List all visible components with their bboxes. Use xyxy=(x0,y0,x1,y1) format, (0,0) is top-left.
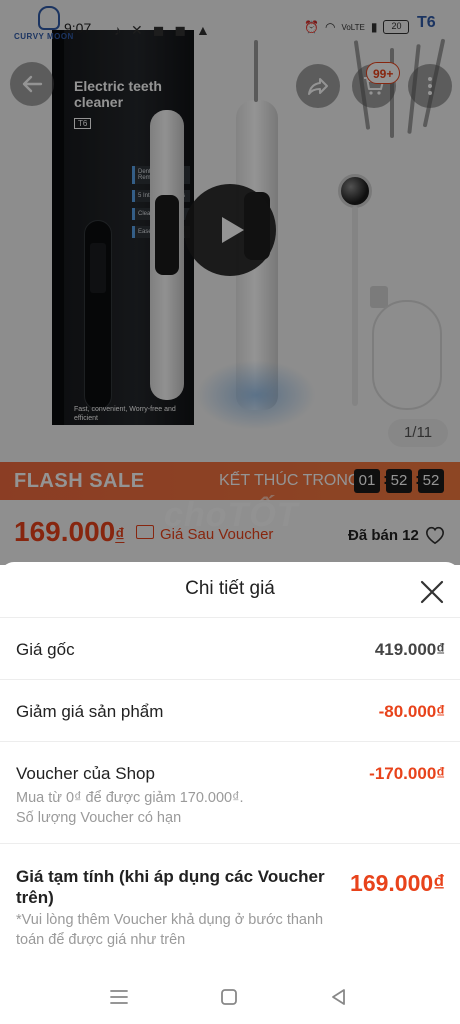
product-discount-value: -80.000₫ xyxy=(378,702,445,721)
menu-icon[interactable] xyxy=(108,986,130,1008)
original-price-value: 419.000₫ xyxy=(374,640,445,659)
shop-voucher-limit: Số lượng Voucher có hạn xyxy=(16,810,182,826)
close-icon[interactable] xyxy=(418,578,446,606)
product-discount-label: Giảm giá sản phẩm xyxy=(16,702,164,721)
shop-voucher-condition: Mua từ 0₫ để được giảm 170.000₫. xyxy=(16,790,244,806)
navigation-bar xyxy=(0,970,460,1024)
estimated-total-value: 169.000₫ xyxy=(350,870,445,896)
shop-voucher-value: -170.000₫ xyxy=(369,764,445,783)
sheet-header: Chi tiết giá xyxy=(0,562,460,618)
product-discount-row: Giảm giá sản phẩm -80.000₫ xyxy=(0,680,460,742)
estimated-total-note: *Vui lòng thêm Voucher khả dụng ở bước t… xyxy=(16,912,324,948)
shop-voucher-label: Voucher của Shop xyxy=(16,764,155,783)
original-price-row: Giá gốc 419.000₫ xyxy=(0,618,460,680)
modal-backdrop[interactable] xyxy=(0,0,460,565)
estimated-total-label: Giá tạm tính (khi áp dụng các Voucher tr… xyxy=(16,867,325,907)
sheet-title: Chi tiết giá xyxy=(185,578,275,599)
original-price-label: Giá gốc xyxy=(16,640,75,659)
back-triangle-icon[interactable] xyxy=(328,986,350,1008)
shop-voucher-row: Voucher của Shop -170.000₫ Mua từ 0₫ để … xyxy=(0,742,460,844)
home-icon[interactable] xyxy=(218,986,240,1008)
price-detail-sheet: Chi tiết giá Giá gốc 419.000₫ Giảm giá s… xyxy=(0,562,460,1024)
product-page: Electric teeth cleaner T6 Dental Plaque … xyxy=(0,0,460,565)
